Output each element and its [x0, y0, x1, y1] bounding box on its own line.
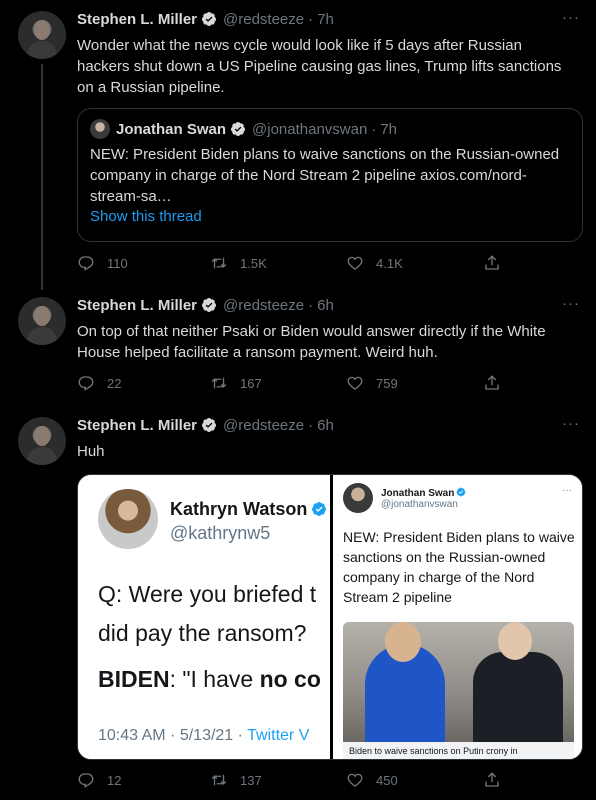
- embedded-text-line-1: Q: Were you briefed t: [98, 581, 317, 607]
- avatar[interactable]: [18, 417, 66, 465]
- verified-badge-icon: [201, 417, 217, 433]
- quoted-timestamp: 7h: [380, 120, 398, 138]
- avatar[interactable]: [18, 297, 66, 345]
- author-name[interactable]: Stephen L. Miller: [77, 297, 197, 314]
- tweet-actions: 110 1.5K 4.1K: [77, 254, 507, 274]
- tweet-header: Stephen L. Miller @redsteeze · 7h: [77, 9, 334, 29]
- reply-button[interactable]: 110: [77, 254, 128, 272]
- like-button[interactable]: 759: [346, 374, 398, 392]
- more-options-icon[interactable]: ···: [562, 9, 580, 26]
- separator-dot: ·: [308, 416, 314, 434]
- more-options-icon[interactable]: ···: [562, 295, 580, 312]
- timestamp[interactable]: 7h: [317, 11, 334, 28]
- share-icon: [485, 375, 499, 390]
- embedded-photo: [343, 622, 574, 742]
- tweet-header: Stephen L. Miller @redsteeze · 6h: [77, 415, 334, 435]
- author-handle[interactable]: @redsteeze: [223, 11, 304, 28]
- retweet-count: 1.5K: [240, 255, 267, 271]
- timestamp[interactable]: 6h: [317, 417, 334, 434]
- retweet-icon: [211, 257, 227, 269]
- embedded-author-name: Jonathan Swan: [381, 487, 466, 499]
- more-options-icon[interactable]: ···: [562, 415, 580, 432]
- quoted-tweet-text: NEW: President Biden plans to waive sanc…: [90, 146, 560, 205]
- media-image-right[interactable]: Jonathan Swan @jonathanvswan ··· NEW: Pr…: [333, 475, 582, 759]
- reply-button[interactable]: 22: [77, 374, 121, 392]
- heart-icon: [347, 773, 363, 787]
- reply-button[interactable]: 12: [77, 771, 121, 789]
- embedded-avatar: [343, 483, 373, 513]
- like-button[interactable]: 450: [346, 771, 398, 789]
- retweet-button[interactable]: 167: [210, 374, 262, 392]
- media-image-left[interactable]: Kathryn Watson @kathrynw5 Q: Were you br…: [78, 475, 330, 759]
- quoted-tweet-header: Jonathan Swan @jonathanvswan · 7h: [90, 119, 397, 139]
- like-count: 759: [376, 375, 398, 391]
- tweet-header: Stephen L. Miller @redsteeze · 6h: [77, 295, 334, 315]
- timestamp[interactable]: 6h: [317, 297, 334, 314]
- embedded-text-line-3: BIDEN: "I have no co: [98, 666, 321, 692]
- tweet-text: On top of that neither Psaki or Biden wo…: [77, 323, 546, 361]
- reply-count: 110: [107, 255, 128, 271]
- author-name[interactable]: Stephen L. Miller: [77, 417, 197, 434]
- verified-badge-icon: [456, 487, 466, 497]
- like-button[interactable]: 4.1K: [346, 254, 403, 272]
- quoted-author-name: Jonathan Swan: [116, 120, 227, 138]
- embedded-author-handle: @jonathanvswan: [381, 498, 458, 510]
- quoted-author-handle: @jonathanvswan: [252, 120, 368, 138]
- heart-icon: [347, 256, 363, 270]
- retweet-button[interactable]: 1.5K: [210, 254, 267, 272]
- retweet-icon: [211, 377, 227, 389]
- verified-badge-icon: [201, 297, 217, 313]
- verified-badge-icon: [201, 11, 217, 27]
- share-icon: [485, 255, 499, 270]
- embedded-author-handle: @kathrynw5: [170, 523, 271, 543]
- retweet-button[interactable]: 137: [210, 771, 262, 789]
- reply-icon: [78, 256, 94, 271]
- share-icon: [485, 772, 499, 787]
- verified-badge-icon: [311, 501, 327, 517]
- verified-badge-icon: [230, 121, 246, 137]
- thread-line: [41, 64, 43, 290]
- embedded-author-name: Kathryn Watson: [170, 499, 327, 520]
- tweet-media[interactable]: Kathryn Watson @kathrynw5 Q: Were you br…: [77, 474, 583, 760]
- author-handle[interactable]: @redsteeze: [223, 417, 304, 434]
- more-options-icon: ···: [562, 485, 572, 496]
- reply-icon: [78, 376, 94, 391]
- quoted-avatar: [90, 119, 110, 139]
- embedded-text-line-2: did pay the ransom?: [98, 620, 307, 646]
- embedded-header: Jonathan Swan @jonathanvswan: [343, 483, 466, 513]
- separator-dot: ·: [308, 296, 314, 314]
- share-button[interactable]: [483, 771, 513, 789]
- reply-count: 22: [107, 375, 122, 391]
- avatar[interactable]: [18, 11, 66, 59]
- retweet-icon: [211, 774, 227, 786]
- author-handle[interactable]: @redsteeze: [223, 297, 304, 314]
- quoted-tweet[interactable]: Jonathan Swan @jonathanvswan · 7h NEW: P…: [77, 108, 583, 242]
- tweet-text: Huh: [77, 443, 105, 460]
- show-thread-link[interactable]: Show this thread: [90, 208, 202, 225]
- tweet-actions: 12 137 450: [77, 771, 507, 791]
- embedded-link-caption: Biden to waive sanctions on Putin crony …: [343, 742, 574, 759]
- embedded-text: NEW: President Biden plans to waive sanc…: [343, 529, 575, 605]
- reply-count: 12: [107, 772, 122, 788]
- reply-icon: [78, 773, 94, 788]
- heart-icon: [347, 376, 363, 390]
- tweet-text: Wonder what the news cycle would look li…: [77, 37, 562, 96]
- embedded-timestamp: 10:43 AM · 5/13/21 · Twitter V: [98, 727, 310, 744]
- embedded-avatar: [98, 489, 158, 549]
- retweet-count: 137: [240, 772, 262, 788]
- separator-dot: ·: [371, 120, 377, 138]
- like-count: 450: [376, 772, 398, 788]
- share-button[interactable]: [483, 374, 513, 392]
- like-count: 4.1K: [376, 255, 403, 271]
- tweet-actions: 22 167 759: [77, 374, 507, 394]
- share-button[interactable]: [483, 254, 513, 272]
- author-name[interactable]: Stephen L. Miller: [77, 11, 197, 28]
- separator-dot: ·: [308, 10, 314, 28]
- retweet-count: 167: [240, 375, 262, 391]
